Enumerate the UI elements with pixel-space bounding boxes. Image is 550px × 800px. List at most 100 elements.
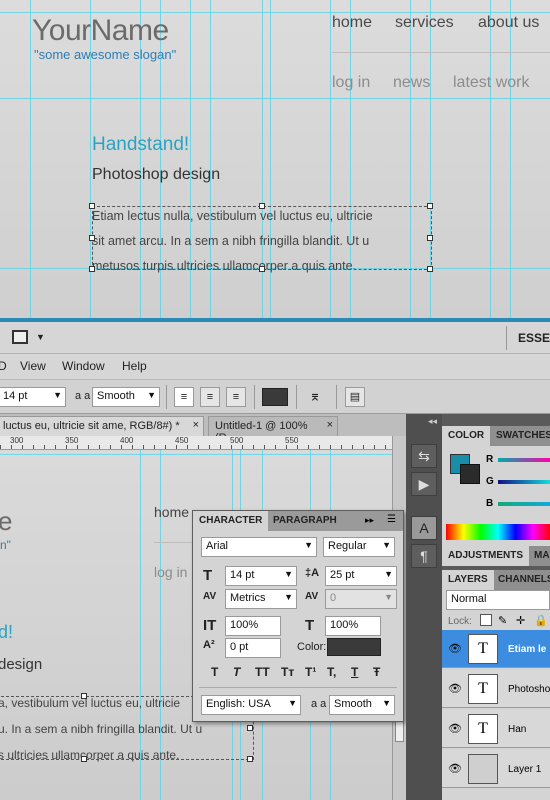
faux-bold-button[interactable]: T [211,665,218,679]
superscript-button[interactable]: T¹ [305,665,316,679]
leading-value: 25 pt [330,569,355,581]
layer-row[interactable]: 👁 T Han [442,710,550,748]
lock-transparency-icon[interactable] [480,614,492,626]
text-bounding-box[interactable] [89,203,433,272]
workspace-switcher[interactable]: ESSEN [518,331,550,345]
visibility-eye-icon[interactable]: 👁 [448,722,462,735]
font-family-select[interactable]: Arial ▼ [201,537,317,557]
layer-row[interactable]: 👁 T Photosho [442,670,550,708]
antialias-select[interactable]: Smooth ▼ [329,695,395,715]
align-left-icon[interactable]: ≡ [174,387,194,407]
blend-mode-select[interactable]: Normal [446,590,550,610]
all-caps-button[interactable]: TT [255,665,270,679]
close-icon[interactable]: × [327,419,333,431]
color-spectrum[interactable] [446,524,550,540]
language-select[interactable]: English: USA ▼ [201,695,301,715]
history-icon[interactable]: ⇆ [411,444,437,468]
horizontal-scale-input[interactable]: 100% [325,616,381,636]
tab-swatches[interactable]: SWATCHES [490,426,550,446]
collapse-icon[interactable]: ▸▸ [365,515,374,526]
tracking-icon: AV [305,591,319,602]
tab-adjustments[interactable]: ADJUSTMENTS [442,546,530,566]
screen-mode-icon[interactable] [12,330,28,344]
background-color-swatch[interactable] [460,464,480,484]
font-size-select[interactable]: 14 pt ▼ [0,387,66,407]
antialias-value: Smooth [97,390,135,402]
chevron-down-icon: ▼ [53,390,62,400]
menu-window[interactable]: Window [62,359,105,373]
nav-log-in[interactable]: log in [332,74,370,92]
font-style-select[interactable]: Regular ▼ [323,537,395,557]
tab-layers[interactable]: LAYERS [442,570,494,590]
nav-latest-work[interactable]: latest work [453,74,529,92]
design-canvas-preview: YourName "some awesome slogan" home serv… [0,0,550,318]
panel-menu-icon[interactable]: ☰ [387,514,396,525]
slider-label-g: G [486,476,494,487]
tracking-select[interactable]: 0 ▼ [325,589,397,609]
faux-italic-button[interactable]: T [233,665,240,679]
warp-text-icon[interactable]: ⌆ [305,387,325,407]
visibility-eye-icon[interactable]: 👁 [448,642,462,655]
small-caps-button[interactable]: Tт [281,665,294,679]
tab-untitled-1[interactable]: Untitled-1 @ 100% (R... × [208,416,338,444]
menu-partial[interactable]: D [0,359,7,373]
strikethrough-button[interactable]: Ŧ [373,665,380,679]
vertical-scale-value: 100% [230,619,259,631]
baseline-shift-input[interactable]: 0 pt [225,638,281,658]
paragraph-panel-icon[interactable]: ¶ [411,544,437,568]
subheading-fragment: design [0,656,43,673]
leading-select[interactable]: 25 pt ▼ [325,566,397,586]
lock-pixels-icon[interactable]: ✎ [498,614,507,627]
text-color-swatch[interactable] [262,388,288,406]
tab-paragraph[interactable]: PARAGRAPH [267,511,343,531]
close-icon[interactable]: × [193,419,199,431]
color-swatch[interactable] [327,638,381,656]
tab-color[interactable]: COLOR [442,426,491,446]
options-bar: 14 pt ▼ a a Smooth ▼ ≡ ≡ ≡ ⌆ ▤ [0,380,550,414]
nav-services[interactable]: services [395,14,454,32]
blue-slider[interactable] [498,502,550,506]
language-value: English: USA [206,698,271,710]
underline-button[interactable]: T [351,665,358,679]
layer-name: Han [508,724,527,735]
lock-position-icon[interactable]: ✛ [516,614,525,627]
red-slider[interactable] [498,458,550,462]
subscript-button[interactable]: T, [327,665,336,679]
align-right-icon[interactable]: ≡ [226,387,246,407]
nav-news[interactable]: news [393,74,430,92]
tab-document-active[interactable]: luctus eu, ultricie sit ame, RGB/8#) * × [0,416,204,436]
tracking-value: 0 [330,592,337,604]
lock-label: Lock: [448,616,472,627]
actions-play-icon[interactable]: ▶ [411,472,437,496]
antialias-select[interactable]: Smooth ▼ [92,387,160,407]
layer-row[interactable]: 👁 T Etiam le [442,630,550,668]
toggle-panels-icon[interactable]: ▤ [345,387,365,407]
layer-row[interactable]: 👁 Layer 1 [442,750,550,788]
ruler-mark: 450 [175,436,189,445]
font-size-value: 14 pt [3,390,28,402]
tab-character[interactable]: CHARACTER [193,511,269,531]
visibility-eye-icon[interactable]: 👁 [448,762,462,775]
lock-all-icon[interactable]: 🔒 [534,614,548,627]
chevron-down-icon[interactable]: ▼ [36,332,45,342]
menu-view[interactable]: View [20,359,46,373]
font-size-select[interactable]: 14 pt ▼ [225,566,297,586]
collapse-icon[interactable]: ◂◂ [428,416,437,427]
tab-channels[interactable]: CHANNELS [492,570,550,590]
nav-home[interactable]: home [332,14,372,32]
tab-masks[interactable]: MA [528,546,550,566]
green-slider[interactable] [498,480,550,484]
character-panel-icon[interactable]: A [411,516,437,540]
menu-help[interactable]: Help [122,359,147,373]
horizontal-ruler: 300 350 400 450 500 550 [0,436,392,450]
align-center-icon[interactable]: ≡ [200,387,220,407]
layer-name: Layer 1 [508,764,542,775]
vertical-scale-input[interactable]: 100% [225,616,281,636]
slider-label-b: B [486,498,494,509]
nav-about-us[interactable]: about us [478,14,539,32]
panel-dock-icons: ◂◂ ⇆ ▶ A ¶ [406,414,442,800]
kerning-select[interactable]: Metrics ▼ [225,589,297,609]
tab-label: luctus eu, ultricie sit ame, RGB/8#) * [3,420,180,432]
font-size-icon: T [203,567,213,584]
visibility-eye-icon[interactable]: 👁 [448,682,462,695]
